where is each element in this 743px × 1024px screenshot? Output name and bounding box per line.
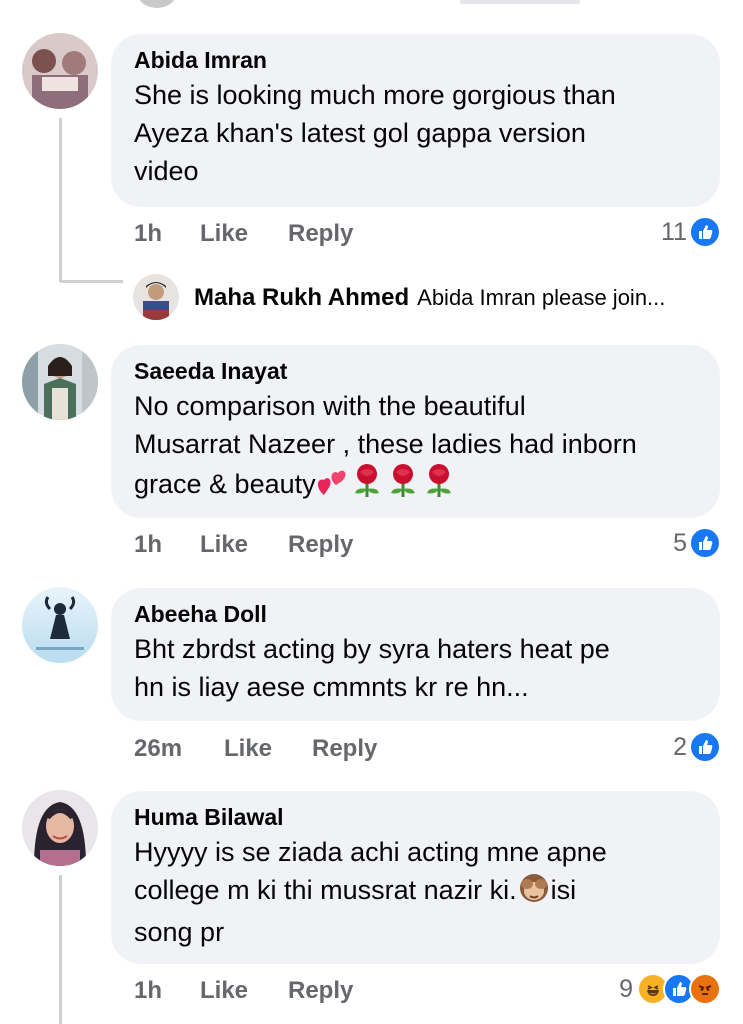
reply-link[interactable]: Reply — [288, 220, 353, 248]
reply-preview[interactable]: Maha Rukh Ahmed Abida Imran please join.… — [194, 284, 665, 312]
comment-meta: 1h Like Reply — [134, 531, 353, 559]
avatar[interactable] — [22, 33, 98, 109]
comment-time[interactable]: 1h — [134, 977, 200, 1005]
two-hearts-icon — [316, 467, 350, 507]
comment-text: Bht zbrdst acting by syra haters heat pe… — [134, 634, 610, 702]
comment-bubble[interactable]: Huma Bilawal Hyyyy is se ziada achi acti… — [111, 791, 720, 964]
reply-link[interactable]: Reply — [288, 977, 353, 1005]
comment-meta: 26m Like Reply — [134, 735, 377, 763]
like-icon — [689, 731, 721, 763]
reaction-count: 9 — [619, 974, 633, 1003]
angry-icon — [689, 973, 721, 1005]
comment-bubble[interactable]: Abeeha Doll Bht zbrdst acting by syra ha… — [111, 588, 720, 721]
comment-text: She is looking much more gorgious than A… — [134, 80, 616, 186]
like-link[interactable]: Like — [224, 735, 312, 763]
avatar[interactable] — [22, 587, 98, 663]
reply-link[interactable]: Reply — [288, 531, 353, 559]
comment-bubble[interactable]: Saeeda Inayat No comparison with the bea… — [111, 345, 720, 518]
like-icon — [689, 527, 721, 559]
see-no-evil-monkey-icon — [517, 871, 551, 913]
comment-author[interactable]: Abeeha Doll — [134, 600, 698, 628]
rose-icon — [350, 463, 386, 507]
comment-author[interactable]: Saeeda Inayat — [134, 357, 698, 385]
comment-time[interactable]: 1h — [134, 531, 200, 559]
avatar[interactable] — [133, 274, 179, 320]
like-link[interactable]: Like — [200, 220, 288, 248]
reply-author[interactable]: Maha Rukh Ahmed — [194, 284, 409, 312]
comment-time[interactable]: 26m — [134, 735, 224, 763]
reaction-count: 11 — [661, 217, 687, 246]
comment-author[interactable]: Huma Bilawal — [134, 803, 698, 831]
reaction-count: 5 — [673, 528, 687, 557]
comment-meta: 1h Like Reply — [134, 220, 353, 248]
thread-line — [59, 118, 62, 282]
reaction-summary[interactable]: 11 — [661, 216, 721, 248]
avatar[interactable] — [22, 344, 98, 420]
like-link[interactable]: Like — [200, 977, 288, 1005]
thread-connector — [59, 280, 123, 283]
reaction-summary[interactable]: 9 — [619, 973, 721, 1005]
like-link[interactable]: Like — [200, 531, 288, 559]
reply-text: Abida Imran please join... — [417, 285, 666, 310]
thread-line — [59, 875, 62, 1024]
comment-text: Hyyyy is se ziada achi acting mne apne c… — [134, 837, 607, 947]
like-icon — [689, 216, 721, 248]
comment-author[interactable]: Abida Imran — [134, 46, 698, 74]
comment-meta: 1h Like Reply — [134, 977, 353, 1005]
comment-bubble[interactable]: Abida Imran She is looking much more gor… — [111, 34, 720, 207]
previous-avatar-fragment — [138, 0, 176, 8]
previous-comment-fragment — [460, 0, 580, 4]
reaction-summary[interactable]: 5 — [673, 527, 721, 559]
reaction-summary[interactable]: 2 — [673, 731, 721, 763]
comment-text: No comparison with the beautiful Musarra… — [134, 387, 698, 507]
reaction-count: 2 — [673, 732, 687, 761]
avatar[interactable] — [22, 790, 98, 866]
reply-link[interactable]: Reply — [312, 735, 377, 763]
rose-icon — [386, 463, 422, 507]
comment-time[interactable]: 1h — [134, 220, 200, 248]
rose-icon — [422, 463, 458, 507]
